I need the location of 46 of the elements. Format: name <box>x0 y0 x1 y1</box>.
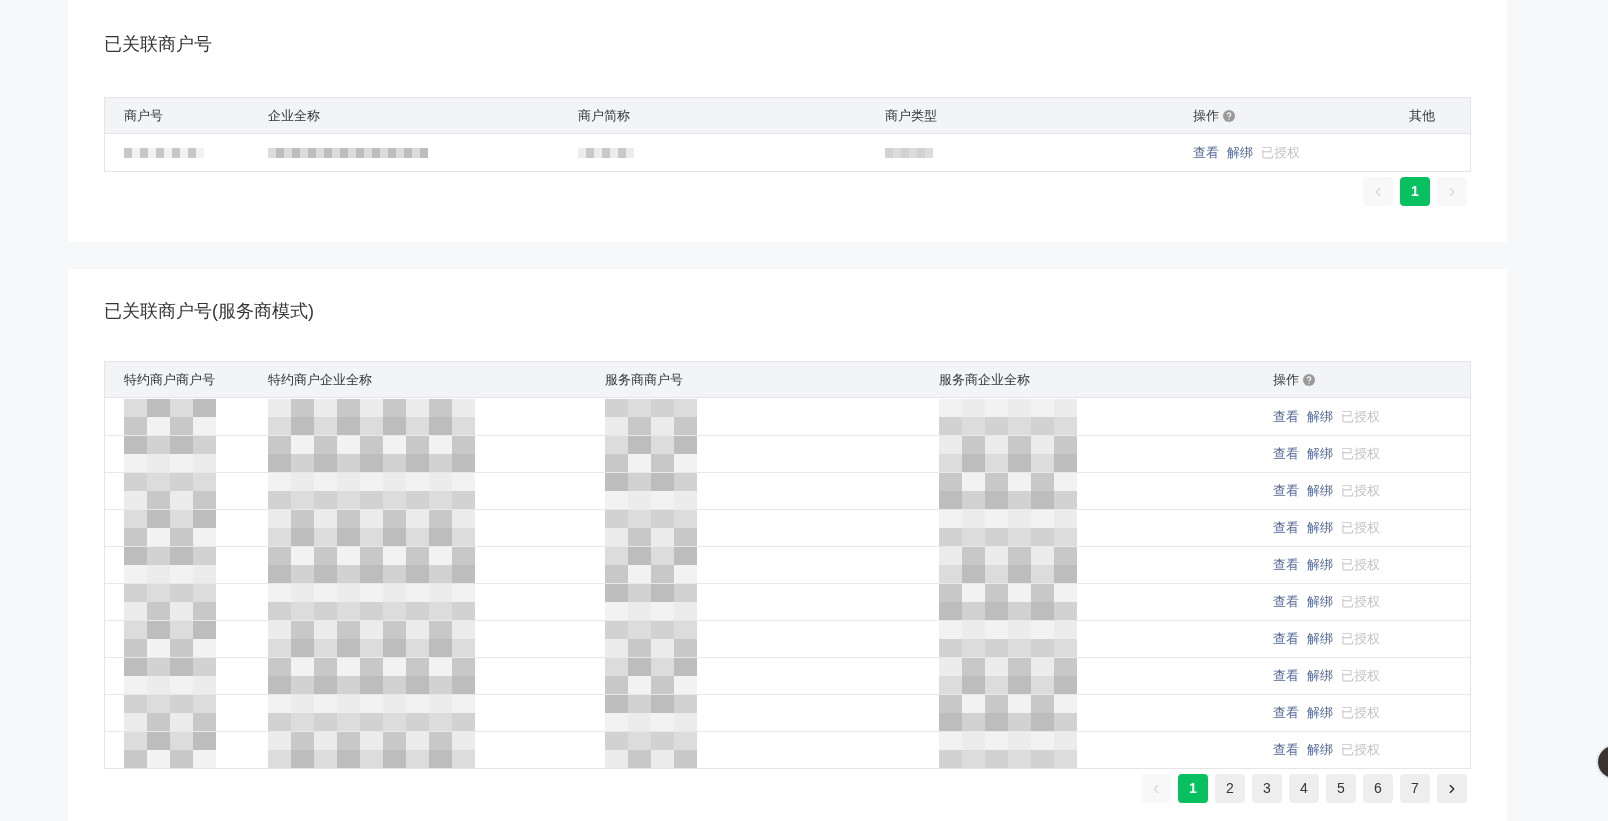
next-page-button[interactable] <box>1437 774 1467 803</box>
action-link[interactable]: 解绑 <box>1307 592 1333 612</box>
action-link[interactable]: 解绑 <box>1307 444 1333 464</box>
column-header: 操作 <box>1193 106 1219 125</box>
help-icon[interactable] <box>1303 373 1315 386</box>
pixelated-text <box>578 147 634 158</box>
action-link[interactable]: 查看 <box>1273 740 1299 760</box>
action-link[interactable]: 解绑 <box>1307 555 1333 575</box>
action-link[interactable]: 查看 <box>1273 406 1299 427</box>
page-button[interactable]: 2 <box>1215 774 1245 803</box>
action-link[interactable]: 查看 <box>1273 481 1299 501</box>
action-link[interactable]: 查看 <box>1193 142 1219 163</box>
column-header: 特约商户企业全称 <box>268 370 372 389</box>
column-header: 企业全称 <box>268 106 320 125</box>
action-link[interactable]: 解绑 <box>1307 481 1333 501</box>
action-link[interactable]: 解绑 <box>1307 740 1333 760</box>
action-link[interactable]: 解绑 <box>1227 142 1253 163</box>
page-button[interactable]: 7 <box>1400 774 1430 803</box>
column-header: 操作 <box>1273 370 1299 389</box>
page-button[interactable]: 3 <box>1252 774 1282 803</box>
action-link[interactable]: 查看 <box>1273 592 1299 612</box>
page-button[interactable]: 5 <box>1326 774 1356 803</box>
page-button[interactable]: 6 <box>1363 774 1393 803</box>
action-link[interactable]: 查看 <box>1273 629 1299 649</box>
section-title: 已关联商户号(服务商模式) <box>104 300 315 323</box>
section-title: 已关联商户号 <box>104 33 213 56</box>
action-link[interactable]: 解绑 <box>1307 666 1333 686</box>
action-link[interactable]: 解绑 <box>1307 629 1333 649</box>
help-icon[interactable] <box>1223 109 1235 122</box>
action-link[interactable]: 解绑 <box>1307 406 1333 427</box>
page-button[interactable]: 4 <box>1289 774 1319 803</box>
column-header: 商户类型 <box>885 106 937 125</box>
column-header: 特约商户商户号 <box>124 370 215 389</box>
action-link[interactable]: 解绑 <box>1307 703 1333 723</box>
action-link[interactable]: 解绑 <box>1307 518 1333 538</box>
action-link[interactable]: 查看 <box>1273 555 1299 575</box>
column-header: 商户简称 <box>578 106 630 125</box>
pixelated-text <box>885 147 933 158</box>
action-link[interactable]: 查看 <box>1273 444 1299 464</box>
column-header: 其他 <box>1409 106 1435 125</box>
action-link[interactable]: 查看 <box>1273 518 1299 538</box>
column-header: 服务商企业全称 <box>939 370 1030 389</box>
column-header: 服务商商户号 <box>605 370 683 389</box>
action-link[interactable]: 查看 <box>1273 666 1299 686</box>
action-link[interactable]: 查看 <box>1273 703 1299 723</box>
column-header: 商户号 <box>124 106 163 125</box>
